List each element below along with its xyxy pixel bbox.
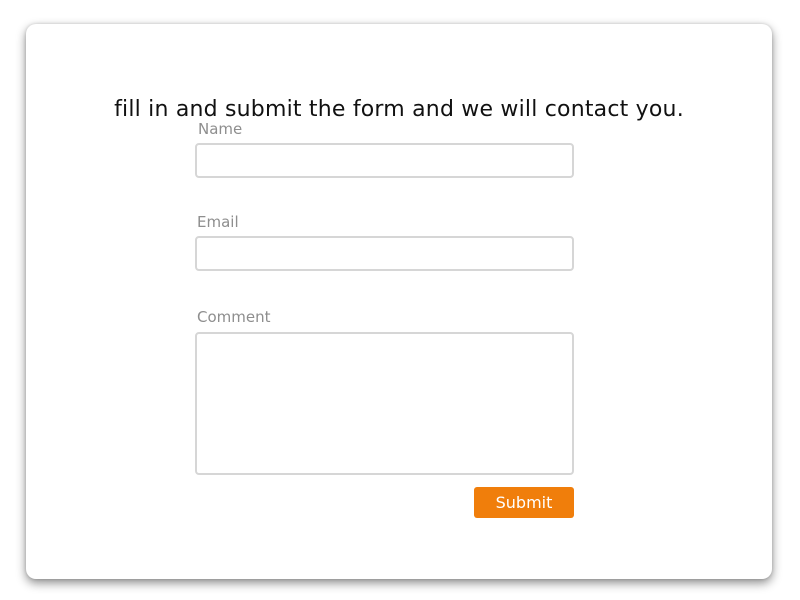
email-label: Email xyxy=(197,213,239,231)
contact-form-card: fill in and submit the form and we will … xyxy=(26,24,772,579)
submit-button[interactable]: Submit xyxy=(474,487,574,518)
comment-label: Comment xyxy=(197,308,271,326)
name-input[interactable] xyxy=(195,143,574,178)
name-label: Name xyxy=(198,120,243,138)
comment-textarea[interactable] xyxy=(195,332,574,475)
form-headline: fill in and submit the form and we will … xyxy=(114,97,684,122)
email-input[interactable] xyxy=(195,236,574,271)
